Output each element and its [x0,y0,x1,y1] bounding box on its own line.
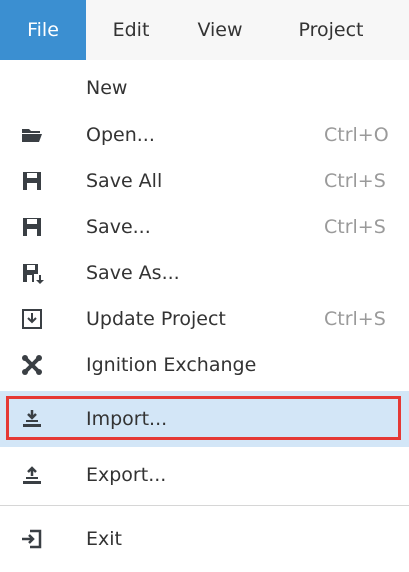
exit-icon [20,527,44,551]
menu-item-save[interactable]: Save... Ctrl+S [0,204,409,250]
menu-item-shortcut: Ctrl+O [324,124,389,146]
menu-item-save-as[interactable]: Save As... [0,250,409,296]
menu-item-shortcut: Ctrl+S [324,308,386,330]
folder-open-icon [20,123,44,147]
highlight-outline [6,396,401,440]
menu-item-label: Open... [86,124,155,146]
file-menu-dropdown: New Open... Ctrl+O Save All Ctrl+S Save.… [0,60,409,572]
update-project-icon [20,307,44,331]
save-icon [20,215,44,239]
menu-item-label: Save... [86,216,151,238]
menu-item-import[interactable]: Import... [0,391,409,447]
menu-item-label: Save All [86,170,163,192]
menu-project[interactable]: Project [276,0,386,60]
import-icon [20,406,44,430]
menu-item-open[interactable]: Open... Ctrl+O [0,112,409,158]
menu-bar: File Edit View Project [0,0,409,61]
menu-item-label: Export... [86,464,167,486]
menu-edit[interactable]: Edit [92,0,170,60]
menu-file[interactable]: File [0,0,86,60]
menu-item-update-project[interactable]: Update Project Ctrl+S [0,296,409,342]
menu-item-label: New [86,77,128,99]
menu-item-shortcut: Ctrl+S [324,216,386,238]
menu-item-new[interactable]: New [0,65,409,111]
menu-view[interactable]: View [180,0,260,60]
save-as-icon [20,261,44,285]
menu-item-label: Update Project [86,308,226,330]
ignition-exchange-icon [20,353,44,377]
menu-item-label: Exit [86,528,122,550]
menu-item-label: Ignition Exchange [86,354,257,376]
save-all-icon [20,169,44,193]
menu-item-save-all[interactable]: Save All Ctrl+S [0,158,409,204]
menu-item-label: Save As... [86,262,180,284]
menu-item-label: Import... [86,408,168,430]
menu-item-export[interactable]: Export... [0,452,409,498]
menu-item-exit[interactable]: Exit [0,516,409,562]
menu-item-shortcut: Ctrl+S [324,170,386,192]
export-icon [20,463,44,487]
screen: File Edit View Project New Open... Ctrl+… [0,0,409,572]
menu-divider [0,505,409,506]
menu-item-ignition-exchange[interactable]: Ignition Exchange [0,342,409,388]
